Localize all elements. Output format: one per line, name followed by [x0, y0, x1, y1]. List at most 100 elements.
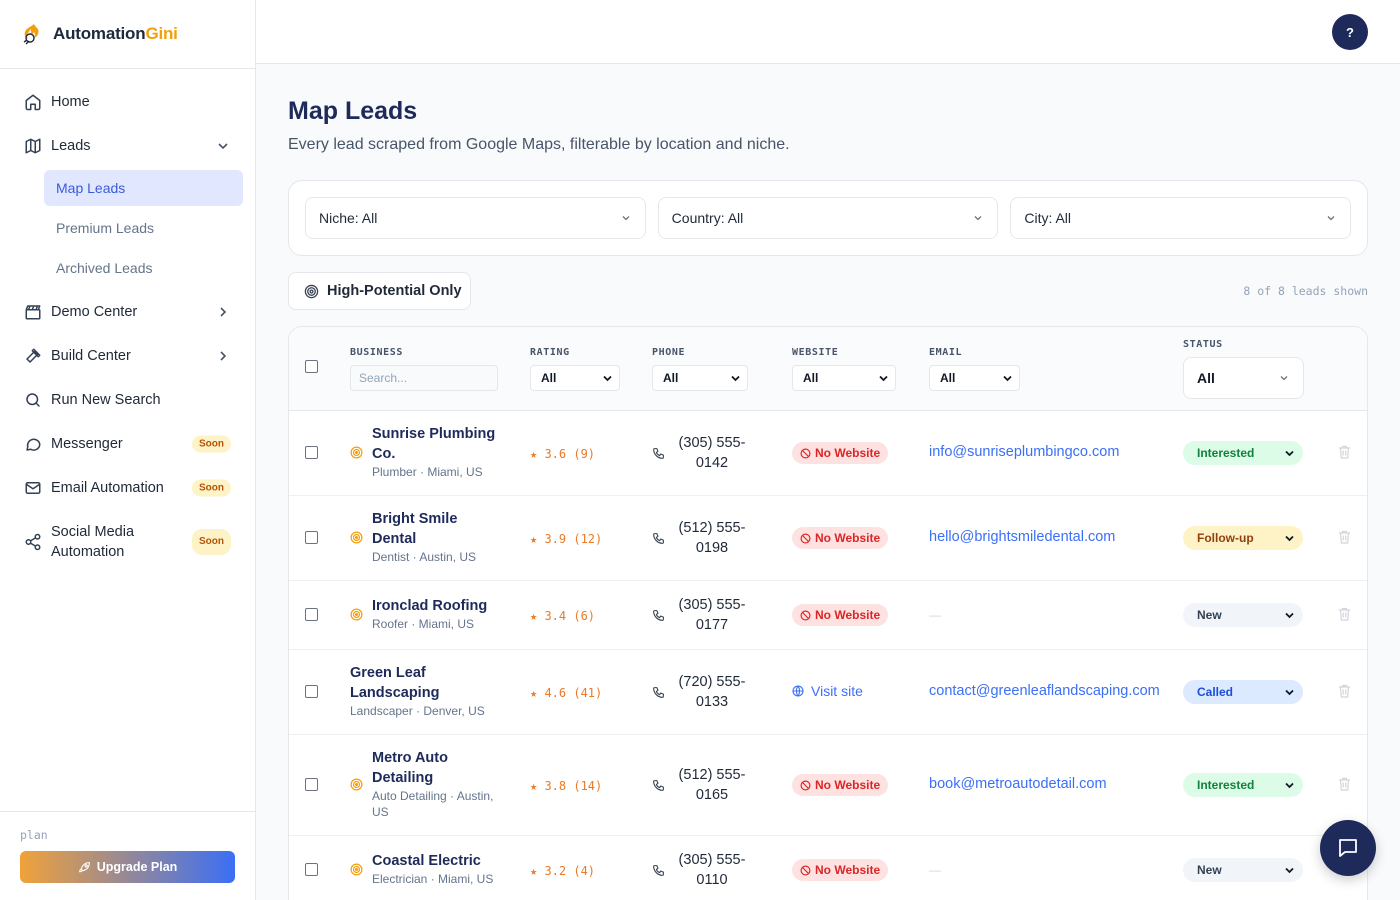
sidebar-item-label: Home [51, 94, 90, 110]
table-row[interactable]: Green Leaf Landscaping Landscaper · Denve… [289, 650, 1367, 735]
status-select[interactable]: New [1183, 603, 1303, 627]
chevron-right-icon [217, 306, 229, 318]
status-select[interactable]: Follow-up [1183, 526, 1303, 550]
phone-number: (720) 555- 0133 [678, 674, 746, 710]
sidebar-item-demo-center[interactable]: Demo Center [0, 290, 255, 334]
sidebar-item-label: Leads [51, 138, 91, 154]
sidebar-subitem-archived-leads[interactable]: Archived Leads [44, 250, 243, 286]
table-row[interactable]: Metro Auto Detailing Auto Detailing · Aus… [289, 735, 1367, 836]
business-cell: Metro Auto Detailing Auto Detailing · Aus… [350, 748, 493, 820]
row-checkbox[interactable] [305, 531, 318, 544]
email-link[interactable]: book@metroautodetail.com [929, 776, 1107, 792]
help-button[interactable]: ? [1332, 14, 1368, 50]
table-header: BUSINESS Search... RATING All PHONE All … [289, 327, 1367, 411]
sidebar-item-label: Build Center [51, 348, 131, 364]
status-select[interactable]: Interested [1183, 773, 1303, 797]
rating-value: ★ 3.4 (6) [530, 609, 596, 623]
chat-button[interactable] [1320, 820, 1376, 876]
sidebar-item-email-automation[interactable]: Email Automation Soon [0, 466, 255, 510]
phone-number: (305) 555- 0142 [678, 435, 746, 471]
row-checkbox[interactable] [305, 685, 318, 698]
country-select[interactable]: Country: All [657, 197, 999, 239]
high-potential-toggle[interactable]: High-Potential Only [288, 272, 471, 310]
header-phone: PHONE [652, 347, 686, 358]
header-status: STATUS [1183, 339, 1223, 350]
rating-filter-select[interactable]: All [530, 365, 620, 391]
sidebar-subitem-map-leads[interactable]: Map Leads [44, 170, 243, 206]
phone-number: (305) 555- 0177 [678, 597, 746, 633]
sidebar-item-build-center[interactable]: Build Center [0, 334, 255, 378]
chevron-down-icon [1002, 373, 1013, 384]
leads-table: BUSINESS Search... RATING All PHONE All … [288, 326, 1368, 900]
chevron-down-icon [621, 213, 631, 223]
chevron-down-icon [602, 373, 613, 384]
ban-icon [800, 610, 811, 620]
status-select[interactable]: Interested [1183, 441, 1303, 465]
filters-card: Niche: All Country: All City: All [288, 180, 1368, 256]
business-meta: Dentist · Austin, US [372, 550, 477, 564]
ban-icon [800, 780, 811, 790]
trash-icon[interactable] [1338, 684, 1351, 698]
phone-cell: (512) 555- 0165 [652, 765, 747, 805]
rating-value: ★ 3.6 (9) [530, 447, 596, 461]
chevron-down-icon [1284, 780, 1295, 791]
row-checkbox[interactable] [305, 446, 318, 459]
sidebar-item-label: Email Automation [51, 480, 164, 496]
sidebar-item-home[interactable]: Home [0, 80, 255, 124]
soon-badge: Soon [192, 479, 231, 497]
business-meta: Auto Detailing · Austin, US [372, 789, 494, 819]
chevron-down-icon [1279, 373, 1289, 383]
website-filter-select[interactable]: All [792, 365, 896, 391]
status-filter-select[interactable]: All [1183, 357, 1304, 399]
rocket-icon [78, 861, 90, 872]
email-link[interactable]: hello@brightsmiledental.com [929, 529, 1115, 545]
table-row[interactable]: Bright Smile Dental Dentist · Austin, US … [289, 496, 1367, 581]
sidebar-subitem-premium-leads[interactable]: Premium Leads [44, 210, 243, 246]
email-link[interactable]: info@sunriseplumbingco.com [929, 444, 1119, 460]
chat-icon [1339, 839, 1357, 857]
business-name: Green Leaf Landscaping [350, 665, 440, 701]
status-select[interactable]: Called [1183, 680, 1303, 704]
phone-filter-select[interactable]: All [652, 365, 748, 391]
trash-icon[interactable] [1338, 530, 1351, 544]
niche-select[interactable]: Niche: All [305, 197, 646, 239]
rating-value: ★ 3.2 (4) [530, 864, 596, 878]
select-all-checkbox[interactable] [305, 360, 318, 373]
row-checkbox[interactable] [305, 608, 318, 621]
ban-icon [800, 865, 811, 875]
trash-icon[interactable] [1338, 607, 1351, 621]
email-empty: — [929, 608, 941, 622]
clapperboard-icon [24, 303, 42, 321]
sidebar-item-leads[interactable]: Leads [0, 124, 255, 168]
table-row[interactable]: Coastal Electric Electrician · Miami, US… [289, 836, 1367, 900]
business-name: Bright Smile Dental [372, 511, 458, 547]
status-select[interactable]: New [1183, 858, 1303, 882]
city-select[interactable]: City: All [1010, 197, 1352, 239]
table-row[interactable]: Ironclad Roofing Roofer · Miami, US ★ 3.… [289, 581, 1367, 650]
map-icon [24, 137, 42, 155]
share-icon [24, 533, 42, 551]
email-filter-select[interactable]: All [929, 365, 1020, 391]
chevron-down-icon [217, 140, 229, 152]
trash-icon[interactable] [1338, 777, 1351, 791]
chevron-down-icon [1284, 533, 1295, 544]
email-empty: — [929, 863, 941, 877]
business-meta: Electrician · Miami, US [372, 872, 494, 886]
sidebar-item-run-new-search[interactable]: Run New Search [0, 378, 255, 422]
search-icon [24, 391, 42, 409]
logo-icon [20, 22, 44, 46]
email-link[interactable]: contact@greenleaflandscaping.com [929, 683, 1160, 699]
sidebar-item-messenger[interactable]: Messenger Soon [0, 422, 255, 466]
trash-icon[interactable] [1338, 445, 1351, 459]
row-checkbox[interactable] [305, 863, 318, 876]
visit-site-link[interactable]: Visit site [792, 683, 863, 699]
phone-icon [652, 609, 665, 622]
brand[interactable]: AutomationGini [0, 0, 255, 69]
chevron-down-icon [1284, 448, 1295, 459]
sidebar-item-social-media-automation[interactable]: Social Media Automation Soon [0, 510, 255, 574]
rating-value: ★ 3.8 (14) [530, 779, 603, 793]
business-search-input[interactable]: Search... [350, 365, 498, 391]
table-row[interactable]: Sunrise Plumbing Co. Plumber · Miami, US … [289, 411, 1367, 496]
upgrade-plan-button[interactable]: Upgrade Plan [20, 851, 235, 883]
row-checkbox[interactable] [305, 778, 318, 791]
